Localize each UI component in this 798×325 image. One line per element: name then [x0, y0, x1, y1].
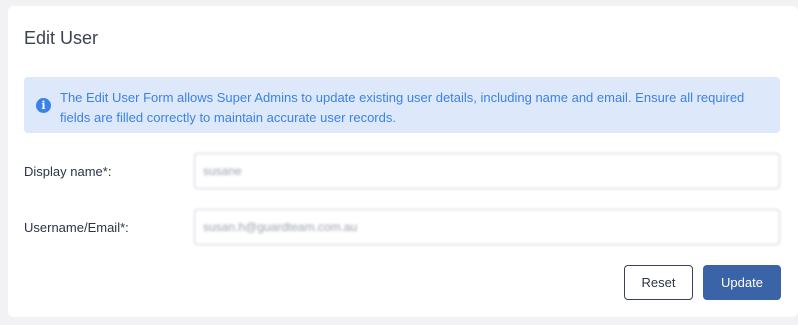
- page-title: Edit User: [24, 28, 99, 48]
- update-button[interactable]: Update: [703, 265, 781, 300]
- edit-user-card: Edit User i The Edit User Form allows Su…: [8, 6, 798, 317]
- info-icon: i: [36, 98, 51, 113]
- email-label: Username/Email*:: [24, 220, 129, 235]
- reset-button[interactable]: Reset: [624, 265, 693, 300]
- info-text: The Edit User Form allows Super Admins t…: [60, 90, 745, 125]
- info-banner: i The Edit User Form allows Super Admins…: [24, 77, 780, 133]
- display-name-input[interactable]: [194, 153, 780, 189]
- email-input[interactable]: [194, 209, 780, 245]
- display-name-label: Display name*:: [24, 164, 112, 179]
